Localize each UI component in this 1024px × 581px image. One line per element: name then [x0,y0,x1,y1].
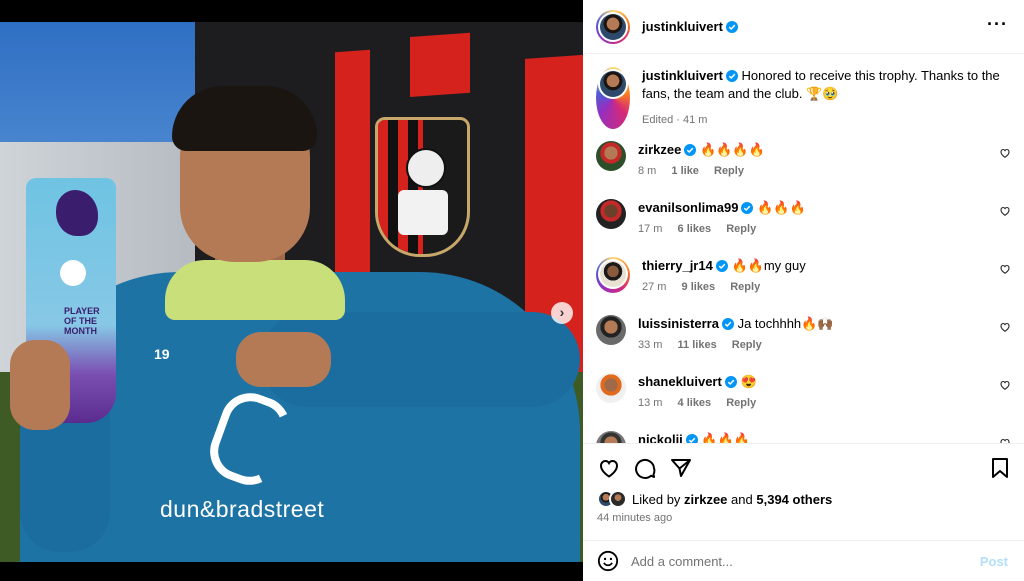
commenter-avatar[interactable] [596,315,626,345]
heart-icon[interactable] [597,456,621,480]
shirt-number: 19 [154,346,170,362]
comment-likes[interactable]: 9 likes [682,281,716,293]
comment-row: evanilsonlima99 🔥🔥🔥 17 m 6 likes Reply [596,199,1011,235]
add-comment-bar: Add a comment... Post [583,540,1024,581]
comment-time[interactable]: 33 m [638,339,662,351]
club-crest [375,117,470,257]
comment-username[interactable]: zirkzee [638,142,681,157]
comment-like-heart-icon[interactable] [999,205,1011,217]
likes-summary: Liked by zirkzee and 5,394 others [597,490,832,508]
comment-text: 🔥🔥🔥 [757,200,806,215]
comment-time[interactable]: 8 m [638,165,656,177]
liked-by-user[interactable]: zirkzee [684,492,727,507]
ea-logo-icon [60,260,86,286]
verified-icon [715,260,728,272]
comment-likes[interactable]: 6 likes [678,223,712,235]
save-icon[interactable] [988,456,1012,480]
verified-icon [725,70,738,82]
comment-row: thierry_jr14 🔥🔥my guy 27 m 9 likes Reply [596,257,1011,293]
comment-time[interactable]: 17 m [638,223,662,235]
verified-icon [684,144,697,156]
commenter-avatar[interactable] [600,261,626,287]
verified-icon [725,21,738,33]
comment-icon[interactable] [633,456,657,480]
comment-text: Ja tochhhh🔥🙌🏾 [737,316,834,331]
trophy-text: PLAYER OF THE MONTH [64,306,100,336]
caption-avatar-ring[interactable] [596,67,630,129]
comment-reply-button[interactable]: Reply [730,281,760,293]
comment-username[interactable]: luissinisterra [638,316,719,331]
verified-icon [721,318,734,330]
more-options-icon[interactable]: ··· [987,14,1008,35]
verified-icon [741,202,754,214]
caption-username[interactable]: justinkluivert [642,68,723,83]
post-comment-button[interactable]: Post [980,554,1008,569]
comment-like-heart-icon[interactable] [999,321,1011,333]
verified-icon [724,376,737,388]
comment-reply-button[interactable]: Reply [726,397,756,409]
verified-icon [685,434,698,443]
comment-like-heart-icon[interactable] [999,379,1011,391]
comment-username[interactable]: nickolii [638,432,683,443]
caption-meta: Edited · 41 m [642,114,708,126]
post-timestamp[interactable]: 44 minutes ago [597,512,672,524]
comment-like-heart-icon[interactable] [999,147,1011,159]
comment-likes[interactable]: 11 likes [678,339,717,351]
commenter-avatar[interactable] [596,431,626,443]
post-media[interactable]: PLAYER OF THE MONTH 19 dun&bradstreet › [0,22,583,562]
post-side-panel: justinkluivert ··· justinkluivert Honore… [583,0,1024,581]
liked-by-and: and [731,491,753,507]
comment-row: nickolii 🔥🔥🔥 [596,431,1011,443]
comment-time[interactable]: 27 m [642,281,666,293]
sponsor-text: dun&bradstreet [160,496,325,522]
comment-row: shanekluivert 😍 13 m 4 likes Reply [596,373,1011,409]
liked-by-others[interactable]: 5,394 others [756,492,832,507]
post-caption: justinkluivert Honored to receive this t… [596,67,1011,129]
comment-reply-button[interactable]: Reply [726,223,756,235]
comment-reply-button[interactable]: Reply [732,339,762,351]
commenter-avatar[interactable] [596,141,626,171]
share-icon[interactable] [669,456,693,480]
comment-username[interactable]: thierry_jr14 [642,258,713,273]
emoji-icon[interactable] [597,550,619,572]
liked-by-prefix: Liked by [632,491,681,507]
author-username[interactable]: justinkluivert [642,19,738,34]
player-left-hand [10,340,70,430]
comment-username[interactable]: evanilsonlima99 [638,200,738,215]
comment-text: 🔥🔥🔥 [701,432,750,443]
add-comment-input[interactable]: Add a comment... [631,554,980,569]
post-header: justinkluivert ··· [583,0,1024,54]
league-lion-icon [56,190,98,236]
player-collar [165,260,345,320]
comment-row: luissinisterra Ja tochhhh🔥🙌🏾 33 m 11 lik… [596,315,1011,351]
commenter-avatar[interactable] [596,373,626,403]
player-hair [172,86,317,151]
comment-time[interactable]: 13 m [638,397,662,409]
next-media-button[interactable]: › [551,302,573,324]
commenter-avatar[interactable] [596,199,626,229]
author-avatar[interactable] [600,13,626,40]
comment-likes[interactable]: 1 like [671,165,699,177]
comment-username[interactable]: shanekluivert [638,374,722,389]
commenter-avatar-ring[interactable] [596,257,630,293]
liker-avatar [609,490,627,508]
player-pointing-hand [236,332,331,387]
comment-likes[interactable]: 4 likes [678,397,712,409]
comment-text: 🔥🔥🔥🔥 [700,142,765,157]
comment-reply-button[interactable]: Reply [714,165,744,177]
comment-text: 🔥🔥my guy [731,258,806,273]
comment-like-heart-icon[interactable] [999,263,1011,275]
author-avatar-ring[interactable] [596,9,630,44]
comments-scroll-area[interactable]: justinkluivert Honored to receive this t… [583,55,1024,443]
caption-avatar[interactable] [600,71,626,97]
comment-text: 😍 [740,374,757,389]
comment-row: zirkzee 🔥🔥🔥🔥 8 m 1 like Reply [596,141,1011,177]
